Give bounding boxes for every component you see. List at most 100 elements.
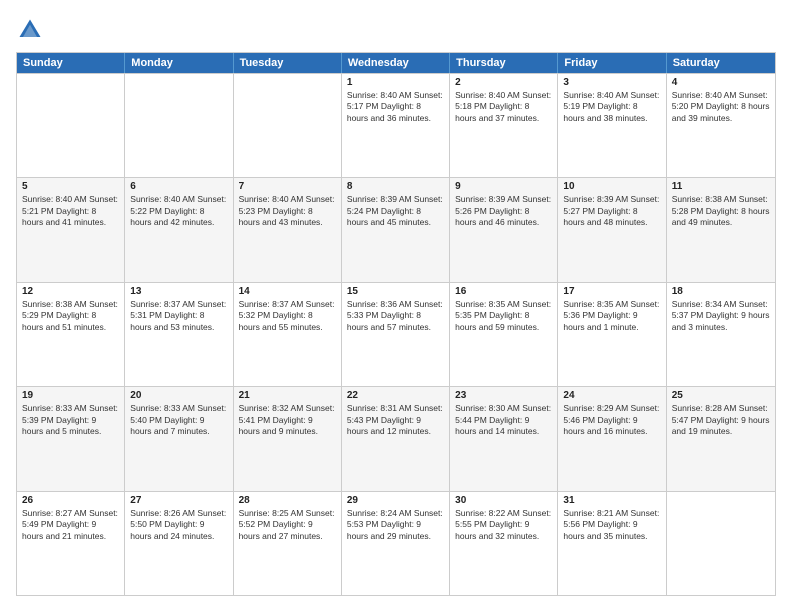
day-info: Sunrise: 8:40 AM Sunset: 5:21 PM Dayligh… <box>22 194 119 228</box>
day-info: Sunrise: 8:40 AM Sunset: 5:22 PM Dayligh… <box>130 194 227 228</box>
cal-cell: 24 Sunrise: 8:29 AM Sunset: 5:46 PM Dayli… <box>558 387 666 490</box>
day-info: Sunrise: 8:22 AM Sunset: 5:55 PM Dayligh… <box>455 508 552 542</box>
day-info: Sunrise: 8:37 AM Sunset: 5:32 PM Dayligh… <box>239 299 336 333</box>
day-number: 17 <box>563 286 660 297</box>
day-info: Sunrise: 8:39 AM Sunset: 5:27 PM Dayligh… <box>563 194 660 228</box>
calendar-row-4: 19 Sunrise: 8:33 AM Sunset: 5:39 PM Dayli… <box>17 386 775 490</box>
day-info: Sunrise: 8:35 AM Sunset: 5:36 PM Dayligh… <box>563 299 660 333</box>
header-day-sunday: Sunday <box>17 53 125 73</box>
day-info: Sunrise: 8:40 AM Sunset: 5:20 PM Dayligh… <box>672 90 770 124</box>
calendar-header: SundayMondayTuesdayWednesdayThursdayFrid… <box>17 53 775 73</box>
calendar: SundayMondayTuesdayWednesdayThursdayFrid… <box>16 52 776 596</box>
day-number: 19 <box>22 390 119 401</box>
header-day-tuesday: Tuesday <box>234 53 342 73</box>
cal-cell: 30 Sunrise: 8:22 AM Sunset: 5:55 PM Dayli… <box>450 492 558 595</box>
cal-cell: 7 Sunrise: 8:40 AM Sunset: 5:23 PM Daylig… <box>234 178 342 281</box>
header-day-monday: Monday <box>125 53 233 73</box>
cal-cell: 26 Sunrise: 8:27 AM Sunset: 5:49 PM Dayli… <box>17 492 125 595</box>
day-info: Sunrise: 8:27 AM Sunset: 5:49 PM Dayligh… <box>22 508 119 542</box>
day-number: 8 <box>347 181 444 192</box>
day-number: 14 <box>239 286 336 297</box>
day-number: 20 <box>130 390 227 401</box>
calendar-row-5: 26 Sunrise: 8:27 AM Sunset: 5:49 PM Dayli… <box>17 491 775 595</box>
cal-cell: 28 Sunrise: 8:25 AM Sunset: 5:52 PM Dayli… <box>234 492 342 595</box>
day-number: 16 <box>455 286 552 297</box>
cal-cell: 11Sunrise: 8:38 AM Sunset: 5:28 PM Dayli… <box>667 178 775 281</box>
cal-cell: 10 Sunrise: 8:39 AM Sunset: 5:27 PM Dayli… <box>558 178 666 281</box>
cal-cell: 4 Sunrise: 8:40 AM Sunset: 5:20 PM Daylig… <box>667 74 775 177</box>
day-number: 31 <box>563 495 660 506</box>
day-info: Sunrise: 8:38 AM Sunset: 5:29 PM Dayligh… <box>22 299 119 333</box>
calendar-row-2: 5 Sunrise: 8:40 AM Sunset: 5:21 PM Daylig… <box>17 177 775 281</box>
cal-cell: 9Sunrise: 8:39 AM Sunset: 5:26 PM Daylig… <box>450 178 558 281</box>
day-number: 23 <box>455 390 552 401</box>
day-info: Sunrise: 8:35 AM Sunset: 5:35 PM Dayligh… <box>455 299 552 333</box>
day-number: 28 <box>239 495 336 506</box>
header-day-saturday: Saturday <box>667 53 775 73</box>
day-number: 30 <box>455 495 552 506</box>
day-number: 7 <box>239 181 336 192</box>
header-day-friday: Friday <box>558 53 666 73</box>
day-number: 25 <box>672 390 770 401</box>
day-number: 10 <box>563 181 660 192</box>
day-info: Sunrise: 8:40 AM Sunset: 5:23 PM Dayligh… <box>239 194 336 228</box>
cal-cell <box>234 74 342 177</box>
day-number: 26 <box>22 495 119 506</box>
day-info: Sunrise: 8:33 AM Sunset: 5:39 PM Dayligh… <box>22 403 119 437</box>
cal-cell: 18 Sunrise: 8:34 AM Sunset: 5:37 PM Dayli… <box>667 283 775 386</box>
day-info: Sunrise: 8:25 AM Sunset: 5:52 PM Dayligh… <box>239 508 336 542</box>
day-number: 11 <box>672 181 770 192</box>
day-number: 2 <box>455 77 552 88</box>
cal-cell: 27Sunrise: 8:26 AM Sunset: 5:50 PM Dayli… <box>125 492 233 595</box>
day-info: Sunrise: 8:37 AM Sunset: 5:31 PM Dayligh… <box>130 299 227 333</box>
header-day-wednesday: Wednesday <box>342 53 450 73</box>
cal-cell: 12 Sunrise: 8:38 AM Sunset: 5:29 PM Dayli… <box>17 283 125 386</box>
day-info: Sunrise: 8:34 AM Sunset: 5:37 PM Dayligh… <box>672 299 770 333</box>
day-number: 18 <box>672 286 770 297</box>
cal-cell: 8 Sunrise: 8:39 AM Sunset: 5:24 PM Daylig… <box>342 178 450 281</box>
day-number: 4 <box>672 77 770 88</box>
day-info: Sunrise: 8:36 AM Sunset: 5:33 PM Dayligh… <box>347 299 444 333</box>
cal-cell: 1 Sunrise: 8:40 AM Sunset: 5:17 PM Daylig… <box>342 74 450 177</box>
day-info: Sunrise: 8:26 AM Sunset: 5:50 PM Dayligh… <box>130 508 227 542</box>
cal-cell <box>125 74 233 177</box>
day-info: Sunrise: 8:39 AM Sunset: 5:24 PM Dayligh… <box>347 194 444 228</box>
cal-cell: 17 Sunrise: 8:35 AM Sunset: 5:36 PM Dayli… <box>558 283 666 386</box>
cal-cell: 13Sunrise: 8:37 AM Sunset: 5:31 PM Dayli… <box>125 283 233 386</box>
day-info: Sunrise: 8:21 AM Sunset: 5:56 PM Dayligh… <box>563 508 660 542</box>
day-number: 24 <box>563 390 660 401</box>
cal-cell: 3 Sunrise: 8:40 AM Sunset: 5:19 PM Daylig… <box>558 74 666 177</box>
day-number: 5 <box>22 181 119 192</box>
day-info: Sunrise: 8:33 AM Sunset: 5:40 PM Dayligh… <box>130 403 227 437</box>
cal-cell: 29 Sunrise: 8:24 AM Sunset: 5:53 PM Dayli… <box>342 492 450 595</box>
cal-cell <box>667 492 775 595</box>
cal-cell: 2Sunrise: 8:40 AM Sunset: 5:18 PM Daylig… <box>450 74 558 177</box>
cal-cell: 15 Sunrise: 8:36 AM Sunset: 5:33 PM Dayli… <box>342 283 450 386</box>
day-number: 1 <box>347 77 444 88</box>
cal-cell: 23Sunrise: 8:30 AM Sunset: 5:44 PM Dayli… <box>450 387 558 490</box>
day-number: 3 <box>563 77 660 88</box>
day-info: Sunrise: 8:40 AM Sunset: 5:19 PM Dayligh… <box>563 90 660 124</box>
day-number: 12 <box>22 286 119 297</box>
cal-cell: 19 Sunrise: 8:33 AM Sunset: 5:39 PM Dayli… <box>17 387 125 490</box>
day-info: Sunrise: 8:32 AM Sunset: 5:41 PM Dayligh… <box>239 403 336 437</box>
day-number: 15 <box>347 286 444 297</box>
day-number: 6 <box>130 181 227 192</box>
cal-cell: 25Sunrise: 8:28 AM Sunset: 5:47 PM Dayli… <box>667 387 775 490</box>
day-number: 22 <box>347 390 444 401</box>
cal-cell: 16 Sunrise: 8:35 AM Sunset: 5:35 PM Dayli… <box>450 283 558 386</box>
calendar-body: 1 Sunrise: 8:40 AM Sunset: 5:17 PM Daylig… <box>17 73 775 595</box>
header <box>16 16 776 44</box>
cal-cell: 31 Sunrise: 8:21 AM Sunset: 5:56 PM Dayli… <box>558 492 666 595</box>
logo <box>16 16 48 44</box>
day-info: Sunrise: 8:29 AM Sunset: 5:46 PM Dayligh… <box>563 403 660 437</box>
cal-cell: 14 Sunrise: 8:37 AM Sunset: 5:32 PM Dayli… <box>234 283 342 386</box>
day-info: Sunrise: 8:24 AM Sunset: 5:53 PM Dayligh… <box>347 508 444 542</box>
day-info: Sunrise: 8:40 AM Sunset: 5:17 PM Dayligh… <box>347 90 444 124</box>
cal-cell: 20 Sunrise: 8:33 AM Sunset: 5:40 PM Dayli… <box>125 387 233 490</box>
logo-icon <box>16 16 44 44</box>
day-number: 29 <box>347 495 444 506</box>
day-info: Sunrise: 8:39 AM Sunset: 5:26 PM Dayligh… <box>455 194 552 228</box>
calendar-row-3: 12 Sunrise: 8:38 AM Sunset: 5:29 PM Dayli… <box>17 282 775 386</box>
cal-cell: 22Sunrise: 8:31 AM Sunset: 5:43 PM Dayli… <box>342 387 450 490</box>
